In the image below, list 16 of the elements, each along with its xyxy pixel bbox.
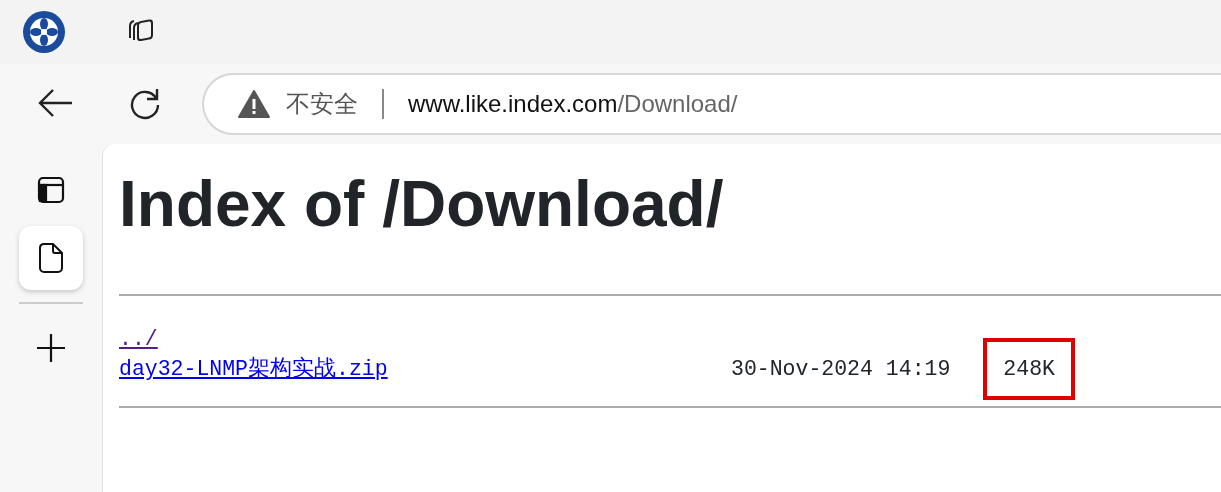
page-heading: Index of /Download/ (119, 172, 725, 236)
url-path: /Download/ (617, 89, 738, 119)
plus-icon (36, 333, 66, 363)
back-icon[interactable] (38, 88, 74, 118)
address-bar[interactable]: 不安全 www.like.index.com/Download/ (202, 73, 1221, 135)
security-label: 不安全 (286, 89, 358, 119)
warning-icon[interactable] (238, 90, 270, 118)
file-link[interactable]: day32-LNMP架构实战.zip (119, 357, 388, 381)
logo-icon[interactable] (22, 10, 66, 54)
sidebar-tab[interactable] (19, 226, 83, 290)
modified-date: 30-Nov-2024 14:19 (731, 356, 951, 383)
refresh-icon[interactable] (128, 86, 162, 120)
url-host: www.like.index.com (408, 89, 618, 119)
file-link[interactable]: ../ (119, 327, 158, 351)
document-icon (39, 243, 63, 273)
layout-icon (37, 176, 65, 204)
